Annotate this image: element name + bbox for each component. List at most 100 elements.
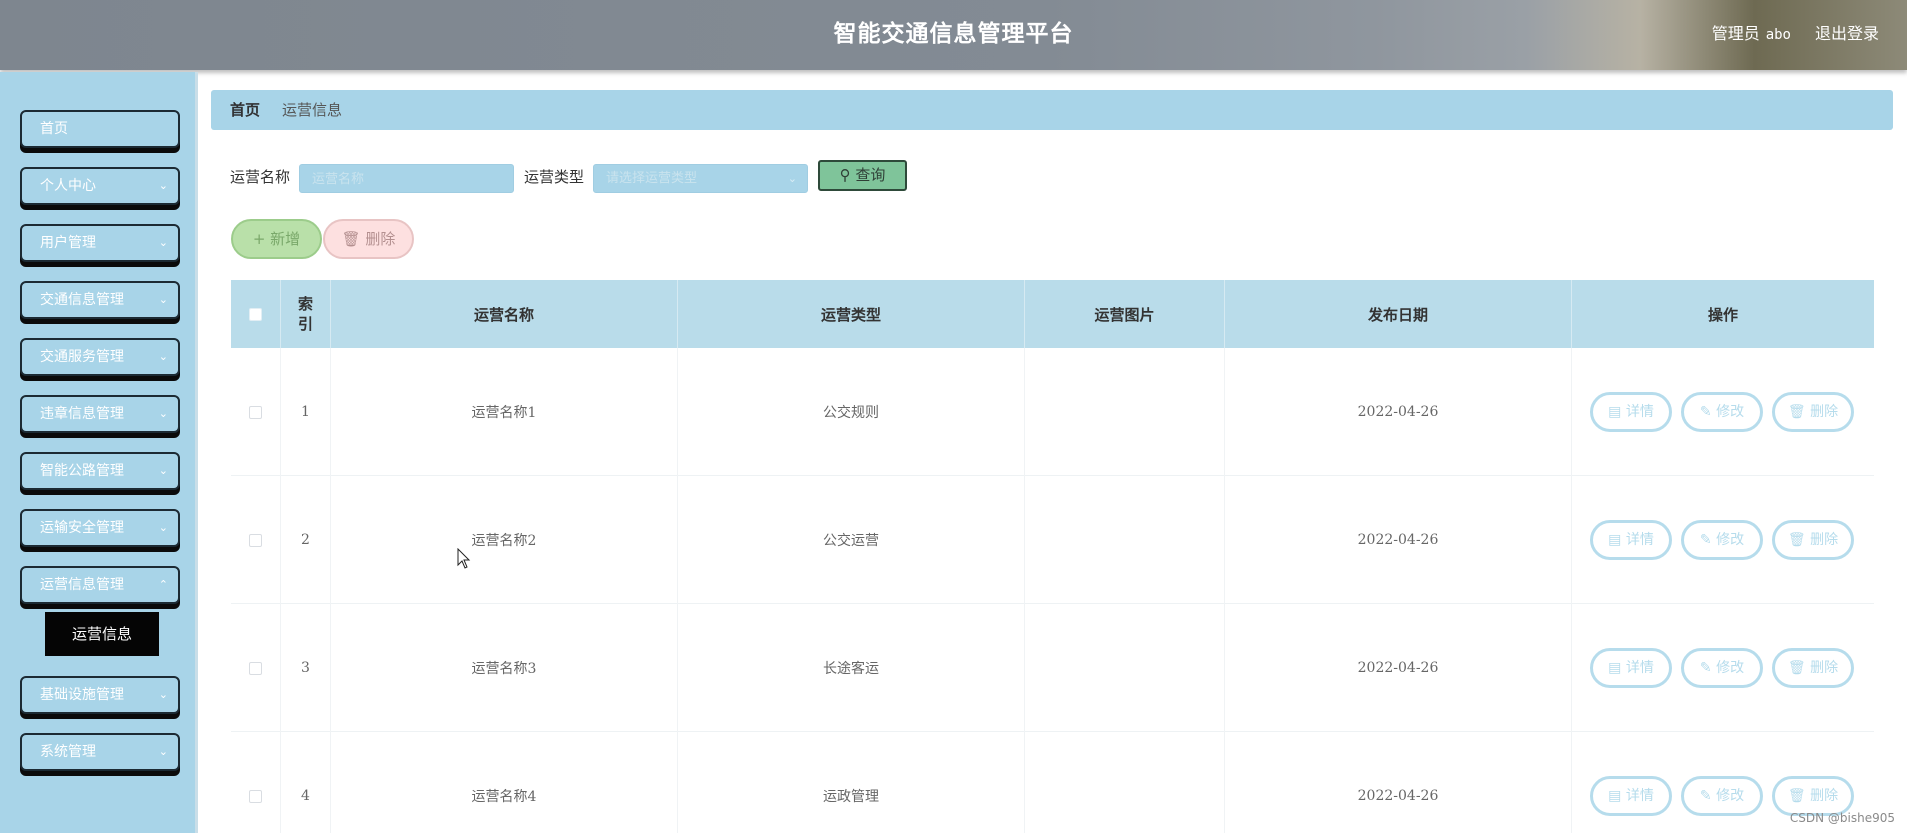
row-date: 2022-04-26 xyxy=(1225,348,1572,476)
chevron-down-icon: ⌄ xyxy=(158,236,168,249)
sidebar-item-label: 个人中心 xyxy=(40,178,96,194)
app-title: 智能交通信息管理平台 xyxy=(833,20,1074,47)
table-header: 索引 运营名称 运营类型 运营图片 发布日期 操作 xyxy=(231,280,1874,348)
chevron-down-icon: ⌄ xyxy=(158,464,168,477)
trash-icon: 🗑 xyxy=(1787,788,1806,804)
delete-label: 删除 xyxy=(1810,788,1839,804)
row-name: 运营名称1 xyxy=(331,348,678,476)
sidebar-item-users[interactable]: 用户管理 ⌄ xyxy=(20,224,180,262)
row-type: 公交运营 xyxy=(678,476,1025,604)
query-button[interactable]: ⚲ 查询 xyxy=(818,160,907,191)
row-actions: ▤ 详情 ✎ 修改 🗑 删除 xyxy=(1572,476,1874,604)
username: abo xyxy=(1765,27,1791,43)
select-all-checkbox[interactable] xyxy=(249,307,262,321)
table-row: 1 运营名称1 公交规则 2022-04-26 ▤ 详情 ✎ 修改 🗑 删除 xyxy=(231,348,1874,476)
detail-button[interactable]: ▤ 详情 xyxy=(1590,776,1672,816)
row-type: 运政管理 xyxy=(678,732,1025,833)
sidebar-item-violations[interactable]: 违章信息管理 ⌄ xyxy=(20,395,180,433)
row-index: 3 xyxy=(281,604,331,732)
row-image xyxy=(1025,348,1225,476)
detail-label: 详情 xyxy=(1625,788,1654,804)
document-icon: ▤ xyxy=(1608,404,1622,420)
sidebar-item-infrastructure[interactable]: 基础设施管理 ⌄ xyxy=(20,676,180,714)
sidebar-item-label: 运营信息管理 xyxy=(40,577,124,593)
sidebar-item-smart-highway[interactable]: 智能公路管理 ⌄ xyxy=(20,452,180,490)
sidebar-item-home[interactable]: 首页 xyxy=(20,110,180,148)
pencil-icon: ✎ xyxy=(1699,788,1712,804)
breadcrumb: 首页 运营信息 xyxy=(211,90,1893,130)
row-checkbox[interactable] xyxy=(249,661,262,675)
sidebar-item-system[interactable]: 系统管理 ⌄ xyxy=(20,733,180,771)
document-icon: ▤ xyxy=(1608,660,1622,676)
row-checkbox[interactable] xyxy=(249,533,262,547)
chevron-down-icon: ⌄ xyxy=(158,293,168,306)
sidebar-item-transport-safety[interactable]: 运输安全管理 ⌄ xyxy=(20,509,180,547)
header-type: 运营类型 xyxy=(678,280,1025,348)
delete-button[interactable]: 🗑 删除 xyxy=(1772,648,1854,688)
pencil-icon: ✎ xyxy=(1699,660,1712,676)
delete-button[interactable]: 🗑 删除 xyxy=(1772,520,1854,560)
sidebar-item-operations[interactable]: 运营信息管理 ⌃ xyxy=(20,566,180,604)
row-checkbox[interactable] xyxy=(249,405,262,419)
detail-button[interactable]: ▤ 详情 xyxy=(1590,520,1672,560)
delete-label: 删除 xyxy=(1810,404,1839,420)
header-select-all xyxy=(231,280,281,348)
top-header: 智能交通信息管理平台 管理员 abo 退出登录 xyxy=(0,0,1907,70)
edit-label: 修改 xyxy=(1716,532,1745,548)
edit-button[interactable]: ✎ 修改 xyxy=(1681,520,1763,560)
edit-label: 修改 xyxy=(1716,404,1745,420)
sidebar-item-label: 首页 xyxy=(40,121,68,137)
document-icon: ▤ xyxy=(1608,532,1622,548)
edit-button[interactable]: ✎ 修改 xyxy=(1681,648,1763,688)
row-checkbox[interactable] xyxy=(249,789,262,803)
sidebar-item-profile[interactable]: 个人中心 ⌄ xyxy=(20,167,180,205)
document-icon: ▤ xyxy=(1608,788,1622,804)
search-type-select[interactable]: 请选择运营类型 ⌄ xyxy=(593,164,808,193)
row-image xyxy=(1025,604,1225,732)
pencil-icon: ✎ xyxy=(1699,532,1712,548)
detail-button[interactable]: ▤ 详情 xyxy=(1590,648,1672,688)
row-index: 1 xyxy=(281,348,331,476)
trash-icon: 🗑 xyxy=(341,230,361,248)
row-index: 4 xyxy=(281,732,331,833)
chevron-down-icon: ⌄ xyxy=(158,521,168,534)
row-select xyxy=(231,604,281,732)
row-name: 运营名称2 xyxy=(331,476,678,604)
row-date: 2022-04-26 xyxy=(1225,476,1572,604)
sidebar: 首页 个人中心 ⌄ 用户管理 ⌄ 交通信息管理 ⌄ 交通服务管理 ⌄ 违章信息管理 ⌄ 智… xyxy=(0,72,198,833)
row-date: 2022-04-26 xyxy=(1225,732,1572,833)
select-placeholder: 请选择运营类型 xyxy=(606,171,698,186)
row-type: 公交规则 xyxy=(678,348,1025,476)
header-index: 索引 xyxy=(281,280,331,348)
row-name: 运营名称4 xyxy=(331,732,678,833)
logout-link[interactable]: 退出登录 xyxy=(1815,20,1879,44)
delete-button[interactable]: 🗑 删除 xyxy=(1772,392,1854,432)
row-date: 2022-04-26 xyxy=(1225,604,1572,732)
search-name-input[interactable] xyxy=(299,164,514,193)
sidebar-item-label: 交通信息管理 xyxy=(40,292,124,308)
add-label: 新增 xyxy=(270,230,301,248)
table-row: 3 运营名称3 长途客运 2022-04-26 ▤ 详情 ✎ 修改 🗑 删除 xyxy=(231,604,1874,732)
edit-button[interactable]: ✎ 修改 xyxy=(1681,392,1763,432)
detail-button[interactable]: ▤ 详情 xyxy=(1590,392,1672,432)
delete-label: 删除 xyxy=(1810,532,1839,548)
edit-label: 修改 xyxy=(1716,788,1745,804)
edit-button[interactable]: ✎ 修改 xyxy=(1681,776,1763,816)
batch-delete-button[interactable]: 🗑 删除 xyxy=(323,219,414,259)
delete-button[interactable]: 🗑 删除 xyxy=(1772,776,1854,816)
sidebar-subitem-operations-info[interactable]: 运营信息 xyxy=(45,612,159,656)
breadcrumb-current: 运营信息 xyxy=(282,101,343,119)
sidebar-item-traffic-service[interactable]: 交通服务管理 ⌄ xyxy=(20,338,180,376)
trash-icon: 🗑 xyxy=(1787,660,1806,676)
pencil-icon: ✎ xyxy=(1699,404,1712,420)
add-button[interactable]: + 新增 xyxy=(231,219,322,259)
query-label: 查询 xyxy=(855,166,886,184)
chevron-down-icon: ⌄ xyxy=(158,179,168,192)
search-type-label: 运营类型 xyxy=(524,168,585,186)
chevron-down-icon: ⌄ xyxy=(158,688,168,701)
sidebar-item-traffic-info[interactable]: 交通信息管理 ⌄ xyxy=(20,281,180,319)
row-image xyxy=(1025,732,1225,833)
sidebar-item-label: 交通服务管理 xyxy=(40,349,124,365)
row-select xyxy=(231,348,281,476)
breadcrumb-home[interactable]: 首页 xyxy=(230,101,260,119)
